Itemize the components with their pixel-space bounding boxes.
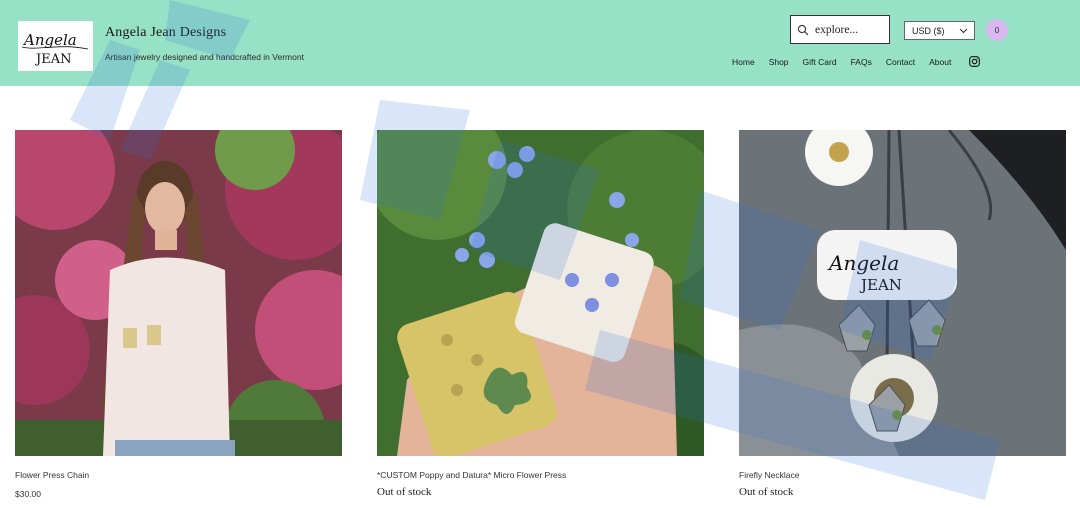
- site-logo[interactable]: Angela JEAN: [18, 21, 93, 71]
- svg-text:JEAN: JEAN: [34, 52, 71, 67]
- cart-button[interactable]: 0: [986, 19, 1008, 41]
- main-nav: Home Shop Gift Card FAQs Contact About: [732, 56, 981, 67]
- product-card[interactable]: Angela JEAN Firefly Necklace Out of stoc…: [739, 130, 1066, 498]
- product-name[interactable]: Flower Press Chain: [15, 470, 342, 480]
- cart-count: 0: [994, 25, 1000, 35]
- instagram-icon[interactable]: [969, 56, 981, 67]
- product-image[interactable]: [377, 130, 704, 456]
- product-card[interactable]: Flower Press Chain $30.00: [15, 130, 342, 499]
- product-name[interactable]: Firefly Necklace: [739, 470, 1066, 480]
- nav-home[interactable]: Home: [732, 57, 755, 67]
- nav-contact[interactable]: Contact: [886, 57, 915, 67]
- product-price: $30.00: [15, 489, 41, 499]
- product-card[interactable]: *CUSTOM Poppy and Datura* Micro Flower P…: [377, 130, 704, 498]
- nav-faqs[interactable]: FAQs: [851, 57, 872, 67]
- site-title[interactable]: Angela Jean Designs: [105, 25, 304, 41]
- nav-shop[interactable]: Shop: [769, 57, 789, 67]
- search-input[interactable]: explore...: [790, 15, 890, 44]
- stock-status: Out of stock: [739, 486, 794, 498]
- svg-text:Angela: Angela: [827, 251, 899, 275]
- product-gallery: Flower Press Chain $30.00 *CUSTOM Poppy …: [0, 130, 1080, 508]
- chevron-down-icon: [959, 28, 968, 33]
- svg-text:JEAN: JEAN: [859, 276, 902, 294]
- search-icon: [797, 24, 809, 35]
- stock-status: Out of stock: [377, 486, 432, 498]
- site-tagline: Artisan jewelry designed and handcrafted…: [105, 52, 304, 62]
- search-placeholder: explore...: [815, 23, 859, 36]
- product-image[interactable]: Angela JEAN: [739, 130, 1066, 456]
- site-header: Angela JEAN Angela Jean Designs Artisan …: [0, 0, 1080, 86]
- nav-about[interactable]: About: [929, 57, 951, 67]
- currency-value: USD ($): [912, 25, 945, 36]
- product-name[interactable]: *CUSTOM Poppy and Datura* Micro Flower P…: [377, 470, 704, 480]
- svg-text:Angela: Angela: [22, 31, 77, 49]
- nav-gift-card[interactable]: Gift Card: [803, 57, 837, 67]
- brand-block: Angela Jean Designs Artisan jewelry desi…: [105, 25, 304, 62]
- product-image[interactable]: [15, 130, 342, 456]
- currency-select[interactable]: USD ($): [904, 21, 975, 40]
